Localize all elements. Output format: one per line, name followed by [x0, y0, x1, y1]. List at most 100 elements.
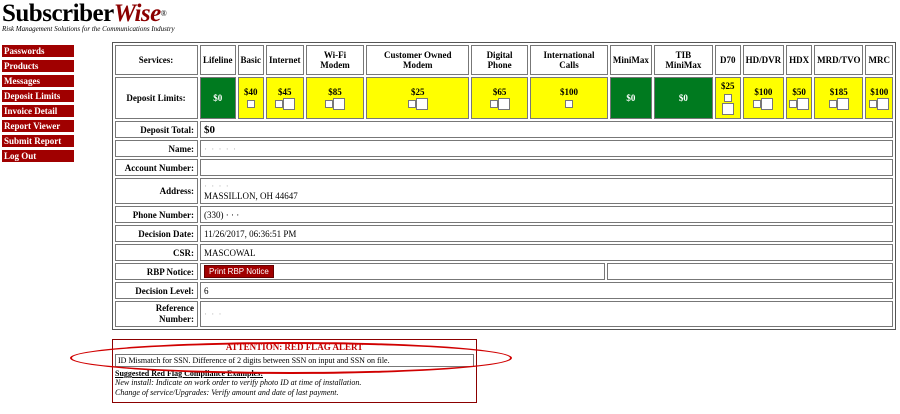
address-line2: MASSILLON, OH 44647	[204, 191, 298, 201]
deposit-amount: $45	[278, 86, 292, 97]
deposit-total-value: $0	[200, 121, 893, 138]
service-qty-box[interactable]	[282, 97, 295, 110]
reference-number-value: · · ·	[200, 301, 893, 327]
service-checkbox[interactable]	[489, 99, 498, 108]
deposit-limit-digital-phone: $65	[471, 77, 529, 119]
service-header-minimax: MiniMax	[609, 45, 652, 75]
service-header-digital-phone: Digital Phone	[471, 45, 529, 75]
service-header-wi-fi-modem: Wi-Fi Modem	[305, 45, 365, 75]
deposit-amount: $0	[678, 92, 688, 103]
service-header-customer-owned-modem: Customer Owned Modem	[366, 45, 470, 75]
reference-label-line2: Number:	[159, 314, 194, 324]
deposit-controls	[789, 97, 810, 110]
service-qty-box[interactable]	[333, 97, 345, 110]
menu-invoice-detail[interactable]: Invoice Detail	[2, 105, 74, 117]
reference-label-line1: Reference	[155, 303, 194, 313]
logo-text: SubscriberWise®	[2, 0, 167, 27]
menu-log-out[interactable]: Log Out	[2, 150, 74, 162]
deposit-limit-internet: $45	[266, 77, 304, 119]
decision-level-value: 6	[200, 282, 893, 299]
service-header-hdx: HDX	[786, 45, 813, 75]
alert-example-1: New install: Indicate on work order to v…	[115, 378, 362, 387]
rbp-notice-label: RBP Notice:	[115, 263, 198, 280]
phone-value: (330) · · ·	[200, 206, 893, 223]
deposit-amount: $40	[244, 87, 258, 97]
service-qty-box[interactable]	[415, 97, 428, 110]
service-header-lifeline: Lifeline	[200, 45, 236, 75]
service-header-hd-dvr: HD/DVR	[742, 45, 785, 75]
deposit-limit-hd-dvr: $100	[742, 77, 785, 119]
reference-number-label: Reference Number:	[115, 301, 198, 327]
service-header-international-calls: International Calls	[530, 45, 608, 75]
deposit-controls	[817, 97, 860, 110]
deposit-limit-mrd-tvo: $185	[814, 77, 864, 119]
address-value: · · · · MASSILLON, OH 44647	[200, 178, 893, 204]
deposit-controls	[718, 92, 738, 115]
service-qty-box[interactable]	[877, 97, 890, 110]
deposit-limit-tib-minimax: $0	[653, 77, 713, 119]
print-rbp-notice-button[interactable]: Print RBP Notice	[204, 265, 274, 278]
deposit-limit-d70: $25	[714, 77, 741, 119]
service-checkbox[interactable]	[246, 99, 255, 108]
menu-submit-report[interactable]: Submit Report	[2, 135, 74, 147]
highlight-oval	[70, 342, 512, 374]
deposit-controls	[309, 97, 362, 110]
service-checkbox[interactable]	[828, 99, 837, 108]
deposit-limit-mrc: $100	[865, 77, 893, 119]
deposit-amount: $65	[492, 86, 507, 97]
deposit-amount: $0	[626, 92, 636, 103]
side-menu: Passwords Products Messages Deposit Limi…	[2, 45, 74, 165]
account-number-value	[200, 159, 893, 176]
service-checkbox[interactable]	[869, 99, 878, 108]
csr-label: CSR:	[115, 244, 198, 261]
service-qty-box[interactable]	[721, 103, 734, 115]
name-label: Name:	[115, 140, 198, 157]
deposit-amount: $0	[213, 92, 223, 103]
deposit-amount: $185	[829, 86, 848, 97]
deposit-limit-lifeline: $0	[200, 77, 236, 119]
deposit-total-label: Deposit Total:	[115, 121, 198, 138]
service-checkbox[interactable]	[723, 93, 732, 102]
deposit-limit-customer-owned-modem: $25	[366, 77, 470, 119]
service-qty-box[interactable]	[836, 97, 849, 110]
menu-products[interactable]: Products	[2, 60, 74, 72]
service-checkbox[interactable]	[789, 99, 798, 108]
rbp-notice-cell: Print RBP Notice	[200, 263, 605, 280]
account-number-label: Account Number:	[115, 159, 198, 176]
service-qty-box[interactable]	[797, 97, 810, 110]
details-table: Deposit Total: $0 Name: · · · · · Accoun…	[113, 119, 895, 329]
service-header-internet: Internet	[266, 45, 304, 75]
menu-report-viewer[interactable]: Report Viewer	[2, 120, 74, 132]
decision-panel: Services: Lifeline Basic Internet Wi-Fi Mod…	[112, 42, 896, 330]
menu-messages[interactable]: Messages	[2, 75, 74, 87]
deposit-limit-wi-fi-modem: $85	[305, 77, 365, 119]
deposit-limit-minimax: $0	[609, 77, 652, 119]
deposit-controls	[474, 97, 525, 110]
service-checkbox[interactable]	[325, 99, 333, 108]
service-checkbox[interactable]	[407, 99, 416, 108]
service-checkbox[interactable]	[565, 99, 573, 108]
service-header-tib-minimax: TIB MiniMax	[653, 45, 713, 75]
phone-label: Phone Number:	[115, 206, 198, 223]
deposit-controls	[369, 97, 466, 110]
deposit-controls	[241, 98, 262, 109]
menu-passwords[interactable]: Passwords	[2, 45, 74, 57]
service-checkbox[interactable]	[274, 99, 283, 108]
service-qty-box[interactable]	[761, 97, 774, 110]
deposit-controls	[868, 97, 890, 110]
deposit-amount: $100	[870, 86, 889, 97]
deposit-limit-basic: $40	[237, 77, 265, 119]
logo: SubscriberWise® Risk Management Solution…	[2, 0, 175, 33]
deposit-amount: $100	[560, 87, 578, 97]
deposit-amount: $25	[720, 81, 735, 91]
decision-date-value: 11/26/2017, 06:36:51 PM	[200, 225, 893, 242]
menu-deposit-limits[interactable]: Deposit Limits	[2, 90, 74, 102]
deposit-controls	[746, 97, 782, 110]
logo-tagline: Risk Management Solutions for the Commun…	[2, 25, 175, 33]
service-qty-box[interactable]	[497, 97, 510, 110]
decision-level-label: Decision Level:	[115, 282, 198, 299]
deposit-controls	[533, 98, 605, 109]
deposit-amount: $25	[411, 86, 425, 97]
service-checkbox[interactable]	[753, 99, 762, 108]
deposit-limits-label: Deposit Limits:	[115, 77, 198, 119]
